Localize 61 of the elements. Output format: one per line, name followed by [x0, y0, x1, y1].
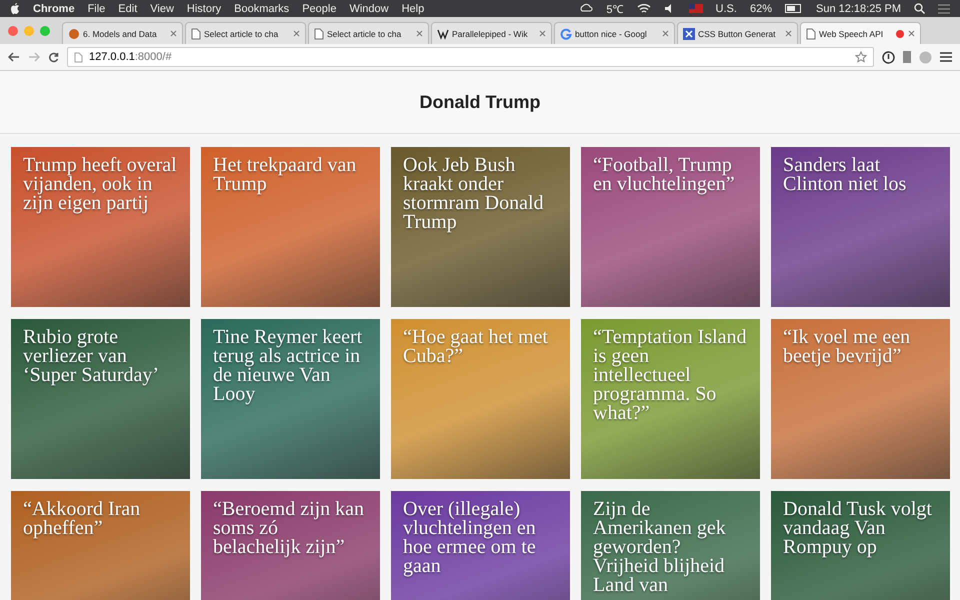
- menu-item[interactable]: Edit: [118, 2, 138, 14]
- back-icon[interactable]: [8, 52, 20, 62]
- browser-tab[interactable]: Web Speech API: [800, 22, 921, 44]
- browser-tab[interactable]: button nice - Googl: [554, 22, 675, 44]
- flag-icon: [688, 4, 703, 13]
- menu-item[interactable]: Bookmarks: [234, 2, 290, 14]
- close-icon[interactable]: [416, 30, 423, 37]
- article-tile[interactable]: “Akkoord Iran opheffen”: [11, 491, 190, 600]
- article-tile[interactable]: Tine Reymer keert terug als actrice in de nieuwe Van Looy: [201, 319, 380, 479]
- page-title: Donald Trump: [420, 92, 540, 112]
- article-tile[interactable]: Donald Tusk volgt vandaag Van Rompuy op: [771, 491, 950, 600]
- article-tile[interactable]: Het trekpaard van Trump: [201, 147, 380, 307]
- close-icon[interactable]: [539, 30, 546, 37]
- address-field[interactable]: 127.0.0.1:8000/#: [67, 47, 874, 67]
- page-icon: [314, 28, 324, 40]
- menu-item[interactable]: Help: [402, 2, 424, 14]
- menu-icon[interactable]: [940, 52, 952, 62]
- info-icon[interactable]: [882, 50, 895, 64]
- menu-item[interactable]: Window: [349, 2, 389, 14]
- list-icon[interactable]: [938, 4, 950, 14]
- close-light[interactable]: [8, 26, 18, 36]
- star-icon[interactable]: [855, 51, 867, 63]
- g-icon: [560, 28, 572, 40]
- battery-reading[interactable]: 62%: [750, 2, 772, 14]
- menu-item[interactable]: View: [150, 2, 174, 14]
- w-icon: [437, 28, 449, 40]
- article-tile[interactable]: Trump heeft overal vijanden, ook in zijn eigen partij: [11, 147, 190, 307]
- cloud-icon: [579, 2, 594, 14]
- x-logo-icon: [683, 28, 695, 40]
- wifi-icon[interactable]: [636, 3, 651, 14]
- page-icon: [74, 52, 83, 62]
- menu-item[interactable]: People: [302, 2, 336, 14]
- article-tile[interactable]: Over (illegale) vluchtelingen en hoe ermee om te gaan: [391, 491, 570, 600]
- browser-tab[interactable]: Select article to cha: [185, 22, 306, 44]
- search-icon[interactable]: [914, 3, 925, 14]
- app-menu[interactable]: Chrome: [33, 2, 75, 14]
- article-tile[interactable]: Zijn de Amerikanen gek geworden? Vrijheid blijheid Land van: [581, 491, 760, 600]
- article-tile[interactable]: Sanders laat Clinton niet los: [771, 147, 950, 307]
- article-tile[interactable]: “Football, Trump en vluchtelingen”: [581, 147, 760, 307]
- menu-item[interactable]: File: [88, 2, 106, 14]
- input-source[interactable]: U.S.: [716, 2, 737, 14]
- reload-icon[interactable]: [48, 52, 59, 62]
- weather-reading[interactable]: 5℃: [606, 1, 624, 16]
- close-icon[interactable]: [785, 30, 792, 37]
- close-icon[interactable]: [908, 30, 915, 37]
- menu-item[interactable]: History: [186, 2, 222, 14]
- browser-tab[interactable]: Select article to cha: [308, 22, 429, 44]
- browser-tab[interactable]: 6. Models and Data: [62, 22, 183, 44]
- close-icon[interactable]: [170, 30, 177, 37]
- close-icon[interactable]: [662, 30, 669, 37]
- close-icon[interactable]: [293, 30, 300, 37]
- battery-icon[interactable]: [784, 4, 803, 13]
- article-tile[interactable]: “Beroemd zijn kan soms zó belachelijk zijn”: [201, 491, 380, 600]
- apple-icon[interactable]: [10, 2, 20, 14]
- browser-tab[interactable]: Parallelepiped - Wik: [431, 22, 552, 44]
- page-icon: [191, 28, 201, 40]
- browser-tab[interactable]: CSS Button Generat: [677, 22, 798, 44]
- clock[interactable]: Sun 12:18:25 PM: [816, 2, 901, 14]
- page-icon: [806, 28, 816, 40]
- article-tile[interactable]: Ook Jeb Bush kraakt onder stormram Donald Trump: [391, 147, 570, 307]
- article-tile[interactable]: Rubio grote verliezer van ‘Super Saturday’: [11, 319, 190, 479]
